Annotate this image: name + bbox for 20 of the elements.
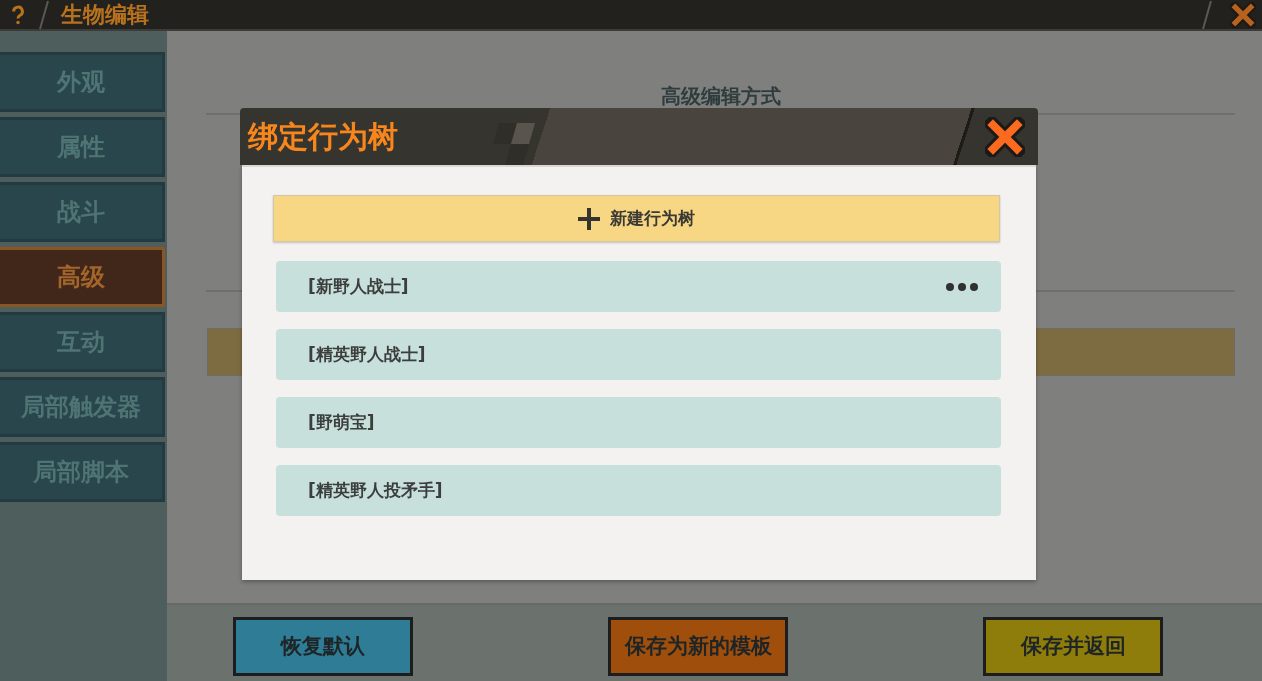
close-button[interactable] xyxy=(1230,1,1256,28)
behavior-tree-item[interactable]: [精英野人战士] xyxy=(276,329,1001,380)
section-title: 高级编辑方式 xyxy=(660,84,781,108)
behavior-tree-item[interactable]: [野萌宝] xyxy=(276,397,1001,448)
close-icon xyxy=(985,116,1025,157)
new-behavior-tree-button[interactable]: 新建行为树 xyxy=(273,195,1000,242)
sidebar-tab[interactable]: 高级 xyxy=(0,247,165,307)
plus-icon xyxy=(578,207,600,230)
more-icon[interactable] xyxy=(945,281,979,292)
dialog-title: 绑定行为树 xyxy=(248,121,398,152)
help-icon[interactable] xyxy=(11,4,25,25)
footer-button[interactable]: 恢复默认 xyxy=(233,617,413,676)
footer-button[interactable]: 保存并返回 xyxy=(983,617,1163,676)
page-title: 生物编辑 xyxy=(61,3,149,26)
footer-button[interactable]: 保存为新的模板 xyxy=(608,617,788,676)
behavior-tree-item[interactable]: [新野人战士] xyxy=(276,261,1001,312)
close-button[interactable] xyxy=(985,116,1025,157)
slash-divider xyxy=(1202,0,1212,29)
slash-divider xyxy=(39,0,49,29)
behavior-tree-item[interactable]: [精英野人投矛手] xyxy=(276,465,1001,516)
